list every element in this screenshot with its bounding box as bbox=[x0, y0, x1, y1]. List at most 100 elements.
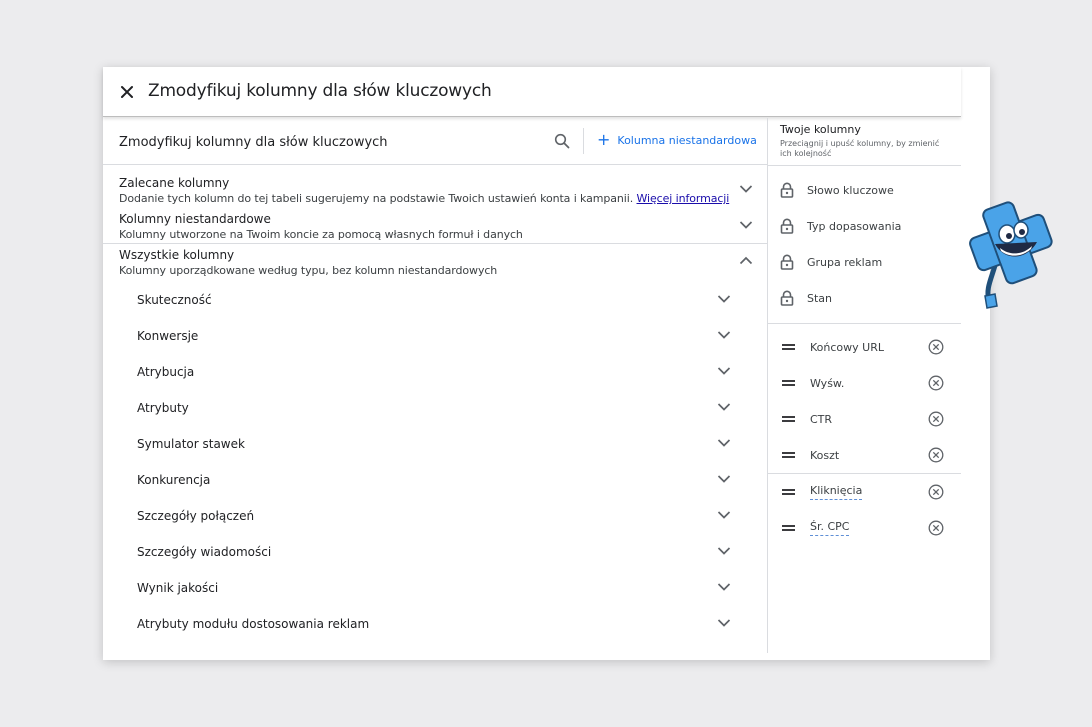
divider bbox=[583, 128, 584, 154]
selected-column[interactable]: Śr. CPC bbox=[782, 518, 944, 538]
your-columns-header: Twoje kolumny Przeciągnij i upuść kolumn… bbox=[780, 123, 950, 159]
drag-handle-icon[interactable] bbox=[782, 488, 795, 496]
selected-column[interactable]: Kliknięcia bbox=[782, 482, 944, 502]
column-name: Końcowy URL bbox=[810, 340, 884, 354]
subsection-label: Szczegóły wiadomości bbox=[137, 545, 272, 559]
chevron-down-icon[interactable] bbox=[717, 546, 731, 556]
drag-handle-icon[interactable] bbox=[782, 343, 795, 351]
chevron-down-icon[interactable] bbox=[717, 294, 731, 304]
divider bbox=[768, 323, 961, 324]
section-title: Kolumny niestandardowe bbox=[119, 212, 271, 226]
remove-icon[interactable] bbox=[928, 447, 944, 463]
dialog-header: Zmodyfikuj kolumny dla słów kluczowych bbox=[103, 67, 961, 117]
column-name: Wyśw. bbox=[810, 376, 845, 390]
lock-icon bbox=[780, 290, 794, 306]
section-custom[interactable]: Kolumny niestandardowe Kolumny utworzone… bbox=[119, 212, 753, 241]
divider bbox=[768, 473, 961, 474]
subsection-item[interactable]: Skuteczność bbox=[137, 291, 731, 311]
subsection-label: Wynik jakości bbox=[137, 581, 219, 595]
section-recommended[interactable]: Zalecane kolumny Dodanie tych kolumn do … bbox=[119, 176, 753, 205]
subsection-item[interactable]: Szczegóły połączeń bbox=[137, 507, 731, 527]
selected-column[interactable]: Koszt bbox=[782, 445, 944, 465]
column-picker: Zmodyfikuj kolumny dla słów kluczowych +… bbox=[103, 118, 767, 660]
column-name: Koszt bbox=[810, 448, 840, 462]
selected-column[interactable]: CTR bbox=[782, 409, 944, 429]
chevron-down-icon[interactable] bbox=[717, 618, 731, 628]
lock-icon bbox=[780, 254, 794, 270]
subsection-item[interactable]: Symulator stawek bbox=[137, 435, 731, 455]
custom-column-button[interactable]: + Kolumna niestandardowa bbox=[597, 130, 757, 149]
divider bbox=[103, 243, 767, 244]
remove-icon[interactable] bbox=[928, 520, 944, 536]
section-all[interactable]: Wszystkie kolumny Kolumny uporządkowane … bbox=[119, 248, 753, 277]
custom-column-label: Kolumna niestandardowa bbox=[617, 133, 757, 147]
remove-icon[interactable] bbox=[928, 339, 944, 355]
section-title: Wszystkie kolumny bbox=[119, 248, 235, 262]
selected-column[interactable]: Wyśw. bbox=[782, 373, 944, 393]
lock-icon bbox=[780, 182, 794, 198]
column-name: Śr. CPC bbox=[810, 520, 850, 536]
selected-column[interactable]: Końcowy URL bbox=[782, 337, 944, 357]
locked-column: Stan bbox=[780, 288, 832, 308]
subsection-item[interactable]: Atrybucja bbox=[137, 363, 731, 383]
column-name: Stan bbox=[807, 291, 833, 305]
drag-handle-icon[interactable] bbox=[782, 415, 795, 423]
dialog-title: Zmodyfikuj kolumny dla słów kluczowych bbox=[148, 81, 492, 101]
column-name: Kliknięcia bbox=[810, 484, 863, 500]
drag-handle-icon[interactable] bbox=[782, 524, 795, 532]
your-columns-title: Twoje kolumny bbox=[780, 123, 861, 136]
column-name: Typ dopasowania bbox=[807, 219, 902, 233]
column-name: CTR bbox=[810, 412, 833, 426]
subsection-label: Konwersje bbox=[137, 329, 199, 343]
chevron-down-icon[interactable] bbox=[717, 366, 731, 376]
locked-column: Grupa reklam bbox=[780, 252, 882, 272]
subsection-item[interactable]: Wynik jakości bbox=[137, 579, 731, 599]
chevron-down-icon[interactable] bbox=[717, 582, 731, 592]
subsection-label: Symulator stawek bbox=[137, 437, 245, 451]
chevron-down-icon[interactable] bbox=[717, 474, 731, 484]
divider bbox=[768, 165, 961, 166]
chevron-down-icon[interactable] bbox=[717, 438, 731, 448]
subsection-label: Atrybuty modułu dostosowania reklam bbox=[137, 617, 370, 631]
your-columns-panel: Twoje kolumny Przeciągnij i upuść kolumn… bbox=[767, 118, 961, 653]
lock-icon bbox=[780, 218, 794, 234]
section-title: Zalecane kolumny bbox=[119, 176, 230, 190]
remove-icon[interactable] bbox=[928, 375, 944, 391]
locked-column: Słowo kluczowe bbox=[780, 180, 894, 200]
subsection-label: Szczegóły połączeń bbox=[137, 509, 255, 523]
subsection-item[interactable]: Atrybuty bbox=[137, 399, 731, 419]
section-description: Dodanie tych kolumn do tej tabeli sugeru… bbox=[119, 192, 730, 205]
mascot-illustration bbox=[969, 201, 1053, 309]
modify-columns-dialog: Zmodyfikuj kolumny dla słów kluczowych Z… bbox=[103, 67, 990, 660]
remove-icon[interactable] bbox=[928, 484, 944, 500]
remove-icon[interactable] bbox=[928, 411, 944, 427]
subsection-item[interactable]: Konkurencja bbox=[137, 471, 731, 491]
subsection-label: Atrybuty bbox=[137, 401, 189, 415]
chevron-down-icon[interactable] bbox=[739, 184, 753, 194]
plus-icon: + bbox=[597, 130, 611, 149]
chevron-down-icon[interactable] bbox=[717, 402, 731, 412]
search-bar: Zmodyfikuj kolumny dla słów kluczowych +… bbox=[103, 118, 767, 165]
locked-column: Typ dopasowania bbox=[780, 216, 901, 236]
drag-handle-icon[interactable] bbox=[782, 451, 795, 459]
subsection-label: Atrybucja bbox=[137, 365, 195, 379]
close-icon[interactable] bbox=[116, 81, 138, 103]
section-description: Kolumny uporządkowane według typu, bez k… bbox=[119, 264, 498, 277]
your-columns-hint: Przeciągnij i upuść kolumny, by zmienić … bbox=[780, 139, 940, 158]
drag-handle-icon[interactable] bbox=[782, 379, 795, 387]
chevron-down-icon[interactable] bbox=[717, 510, 731, 520]
chevron-up-icon[interactable] bbox=[739, 256, 753, 266]
chevron-down-icon[interactable] bbox=[717, 330, 731, 340]
column-name: Słowo kluczowe bbox=[807, 183, 894, 197]
subsection-label: Skuteczność bbox=[137, 293, 212, 307]
more-info-link[interactable]: Więcej informacji bbox=[637, 192, 730, 205]
search-icon[interactable] bbox=[554, 133, 570, 149]
section-description: Kolumny utworzone na Twoim koncie za pom… bbox=[119, 228, 523, 241]
search-bar-title: Zmodyfikuj kolumny dla słów kluczowych bbox=[119, 135, 388, 150]
subsection-item[interactable]: Szczegóły wiadomości bbox=[137, 543, 731, 563]
subsection-label: Konkurencja bbox=[137, 473, 211, 487]
subsection-item[interactable]: Atrybuty modułu dostosowania reklam bbox=[137, 615, 731, 635]
chevron-down-icon[interactable] bbox=[739, 220, 753, 230]
column-name: Grupa reklam bbox=[807, 255, 883, 269]
subsection-item[interactable]: Konwersje bbox=[137, 327, 731, 347]
